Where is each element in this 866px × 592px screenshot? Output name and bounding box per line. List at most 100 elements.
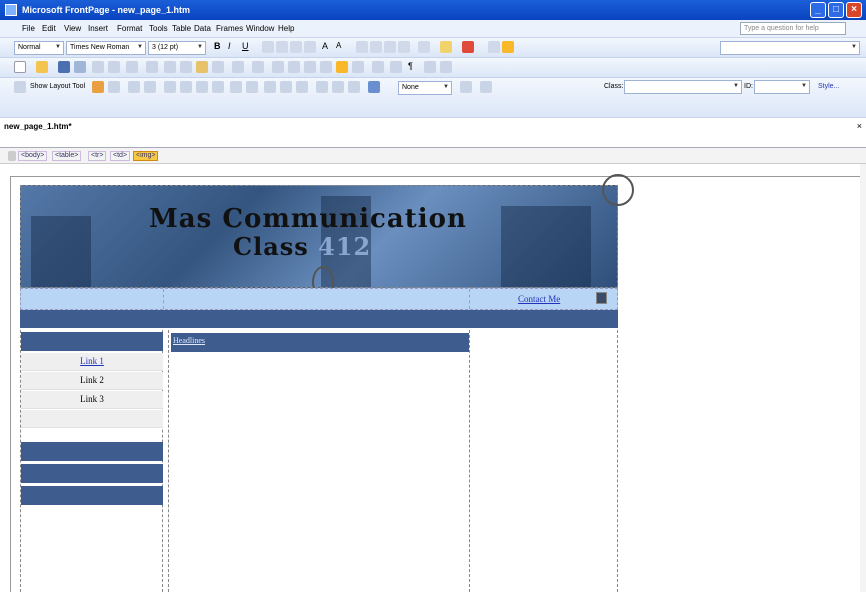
tag-td[interactable]: <td>: [110, 151, 131, 161]
id-select[interactable]: ▼: [754, 80, 810, 94]
publish-icon[interactable]: [74, 61, 86, 73]
insert-layer-icon[interactable]: [304, 61, 316, 73]
close-document-icon[interactable]: ×: [857, 121, 862, 131]
align-right-icon[interactable]: [290, 41, 302, 53]
menu-tools[interactable]: Tools: [149, 24, 168, 33]
tag-body[interactable]: <body>: [18, 151, 48, 161]
draw-layout-table-icon[interactable]: [92, 81, 104, 93]
resize-handle-circle[interactable]: [602, 174, 634, 206]
help-icon[interactable]: [440, 61, 452, 73]
restore-button[interactable]: □: [828, 2, 844, 18]
menu-file[interactable]: File: [22, 24, 35, 33]
redo-icon[interactable]: [252, 61, 264, 73]
align-left-icon[interactable]: [262, 41, 274, 53]
eraser-icon[interactable]: [144, 81, 156, 93]
borders-icon[interactable]: [418, 41, 430, 53]
tag-tr[interactable]: <tr>: [88, 151, 107, 161]
table-autoformat-select[interactable]: None ▼: [398, 81, 452, 95]
delete-cells-icon[interactable]: [212, 81, 224, 93]
fill-color-icon[interactable]: [368, 81, 380, 93]
spelling-icon[interactable]: [146, 61, 158, 73]
document-tab[interactable]: new_page_1.htm*: [4, 122, 72, 131]
rtl-icon[interactable]: [502, 41, 514, 53]
font-select[interactable]: Times New Roman ▼: [66, 41, 146, 55]
minimize-button[interactable]: _: [810, 2, 826, 18]
decrease-indent-icon[interactable]: [384, 41, 396, 53]
menu-data[interactable]: Data: [194, 24, 211, 33]
nav-link-3[interactable]: Link 3: [21, 391, 163, 409]
vertical-scrollbar[interactable]: [860, 164, 866, 592]
menu-frames[interactable]: Frames: [216, 24, 243, 33]
menu-insert[interactable]: Insert: [88, 24, 108, 33]
nav-link-empty[interactable]: [21, 410, 163, 428]
font-color-icon[interactable]: [462, 41, 474, 53]
show-layout-tool-label[interactable]: Show Layout Tool: [30, 83, 85, 90]
bold-button[interactable]: B: [214, 41, 226, 53]
bullets-icon[interactable]: [370, 41, 382, 53]
insert-table-icon[interactable]: [288, 61, 300, 73]
justify-icon[interactable]: [304, 41, 316, 53]
copy-icon[interactable]: [180, 61, 192, 73]
autofit-icon[interactable]: [348, 81, 360, 93]
tag-table[interactable]: <table>: [52, 151, 82, 161]
insert-rows-icon[interactable]: [164, 81, 176, 93]
center-vertically-icon[interactable]: [280, 81, 292, 93]
new-page-icon[interactable]: [14, 61, 26, 73]
split-cells-icon[interactable]: [246, 81, 258, 93]
style-button[interactable]: Style...: [818, 83, 839, 90]
format-painter-icon[interactable]: [212, 61, 224, 73]
menu-table[interactable]: Table: [172, 24, 191, 33]
preview-icon[interactable]: [126, 61, 138, 73]
decrease-font-icon[interactable]: A: [336, 41, 348, 53]
increase-font-icon[interactable]: A: [322, 41, 334, 53]
undo-icon[interactable]: [232, 61, 244, 73]
merge-cells-icon[interactable]: [230, 81, 242, 93]
refresh-icon[interactable]: [372, 61, 384, 73]
insert-columns-icon[interactable]: [180, 81, 192, 93]
search-icon[interactable]: [596, 292, 607, 304]
distribute-columns-icon[interactable]: [332, 81, 344, 93]
menu-edit[interactable]: Edit: [42, 24, 56, 33]
draw-layout-cell-icon[interactable]: [108, 81, 120, 93]
highlight-icon[interactable]: [440, 41, 452, 53]
style-select[interactable]: Normal ▼: [14, 41, 64, 55]
tag-img[interactable]: <img>: [133, 151, 159, 161]
menu-help[interactable]: Help: [278, 24, 294, 33]
align-top-icon[interactable]: [264, 81, 276, 93]
nav-link-2[interactable]: Link 2: [21, 372, 163, 390]
hyperlink-icon[interactable]: [352, 61, 364, 73]
insert-cell-icon[interactable]: [196, 81, 208, 93]
cut-icon[interactable]: [164, 61, 176, 73]
ltr-icon[interactable]: [488, 41, 500, 53]
draw-table-icon[interactable]: [128, 81, 140, 93]
stop-icon[interactable]: [390, 61, 402, 73]
fill-down-icon[interactable]: [480, 81, 492, 93]
align-bottom-icon[interactable]: [296, 81, 308, 93]
close-button[interactable]: ×: [846, 2, 862, 18]
insert-picture-icon[interactable]: [320, 61, 332, 73]
italic-button[interactable]: I: [228, 41, 240, 53]
nav-link-1[interactable]: Link 1: [21, 353, 163, 371]
menu-window[interactable]: Window: [246, 24, 274, 33]
menu-format[interactable]: Format: [117, 24, 142, 33]
contact-me-link[interactable]: Contact Me: [518, 294, 560, 304]
align-center-icon[interactable]: [276, 41, 288, 53]
right-column[interactable]: [470, 330, 618, 592]
open-folder-icon[interactable]: [36, 61, 48, 73]
distribute-rows-icon[interactable]: [316, 81, 328, 93]
save-icon[interactable]: [58, 61, 70, 73]
show-layer-anchors-icon[interactable]: [424, 61, 436, 73]
web-component-icon[interactable]: [272, 61, 284, 73]
increase-indent-icon[interactable]: [398, 41, 410, 53]
autoformat-icon[interactable]: [460, 81, 472, 93]
underline-button[interactable]: U: [242, 41, 254, 53]
menu-view[interactable]: View: [64, 24, 81, 33]
paste-icon[interactable]: [196, 61, 208, 73]
content-column[interactable]: Headlines: [168, 330, 470, 592]
show-all-icon[interactable]: ¶: [408, 61, 420, 73]
class-select[interactable]: ▼: [624, 80, 742, 94]
search-icon[interactable]: [92, 61, 104, 73]
font-size-select[interactable]: 3 (12 pt) ▼: [148, 41, 206, 55]
toolbar-combo[interactable]: ▼: [720, 41, 860, 55]
tag-scroll-left-icon[interactable]: [8, 151, 16, 161]
